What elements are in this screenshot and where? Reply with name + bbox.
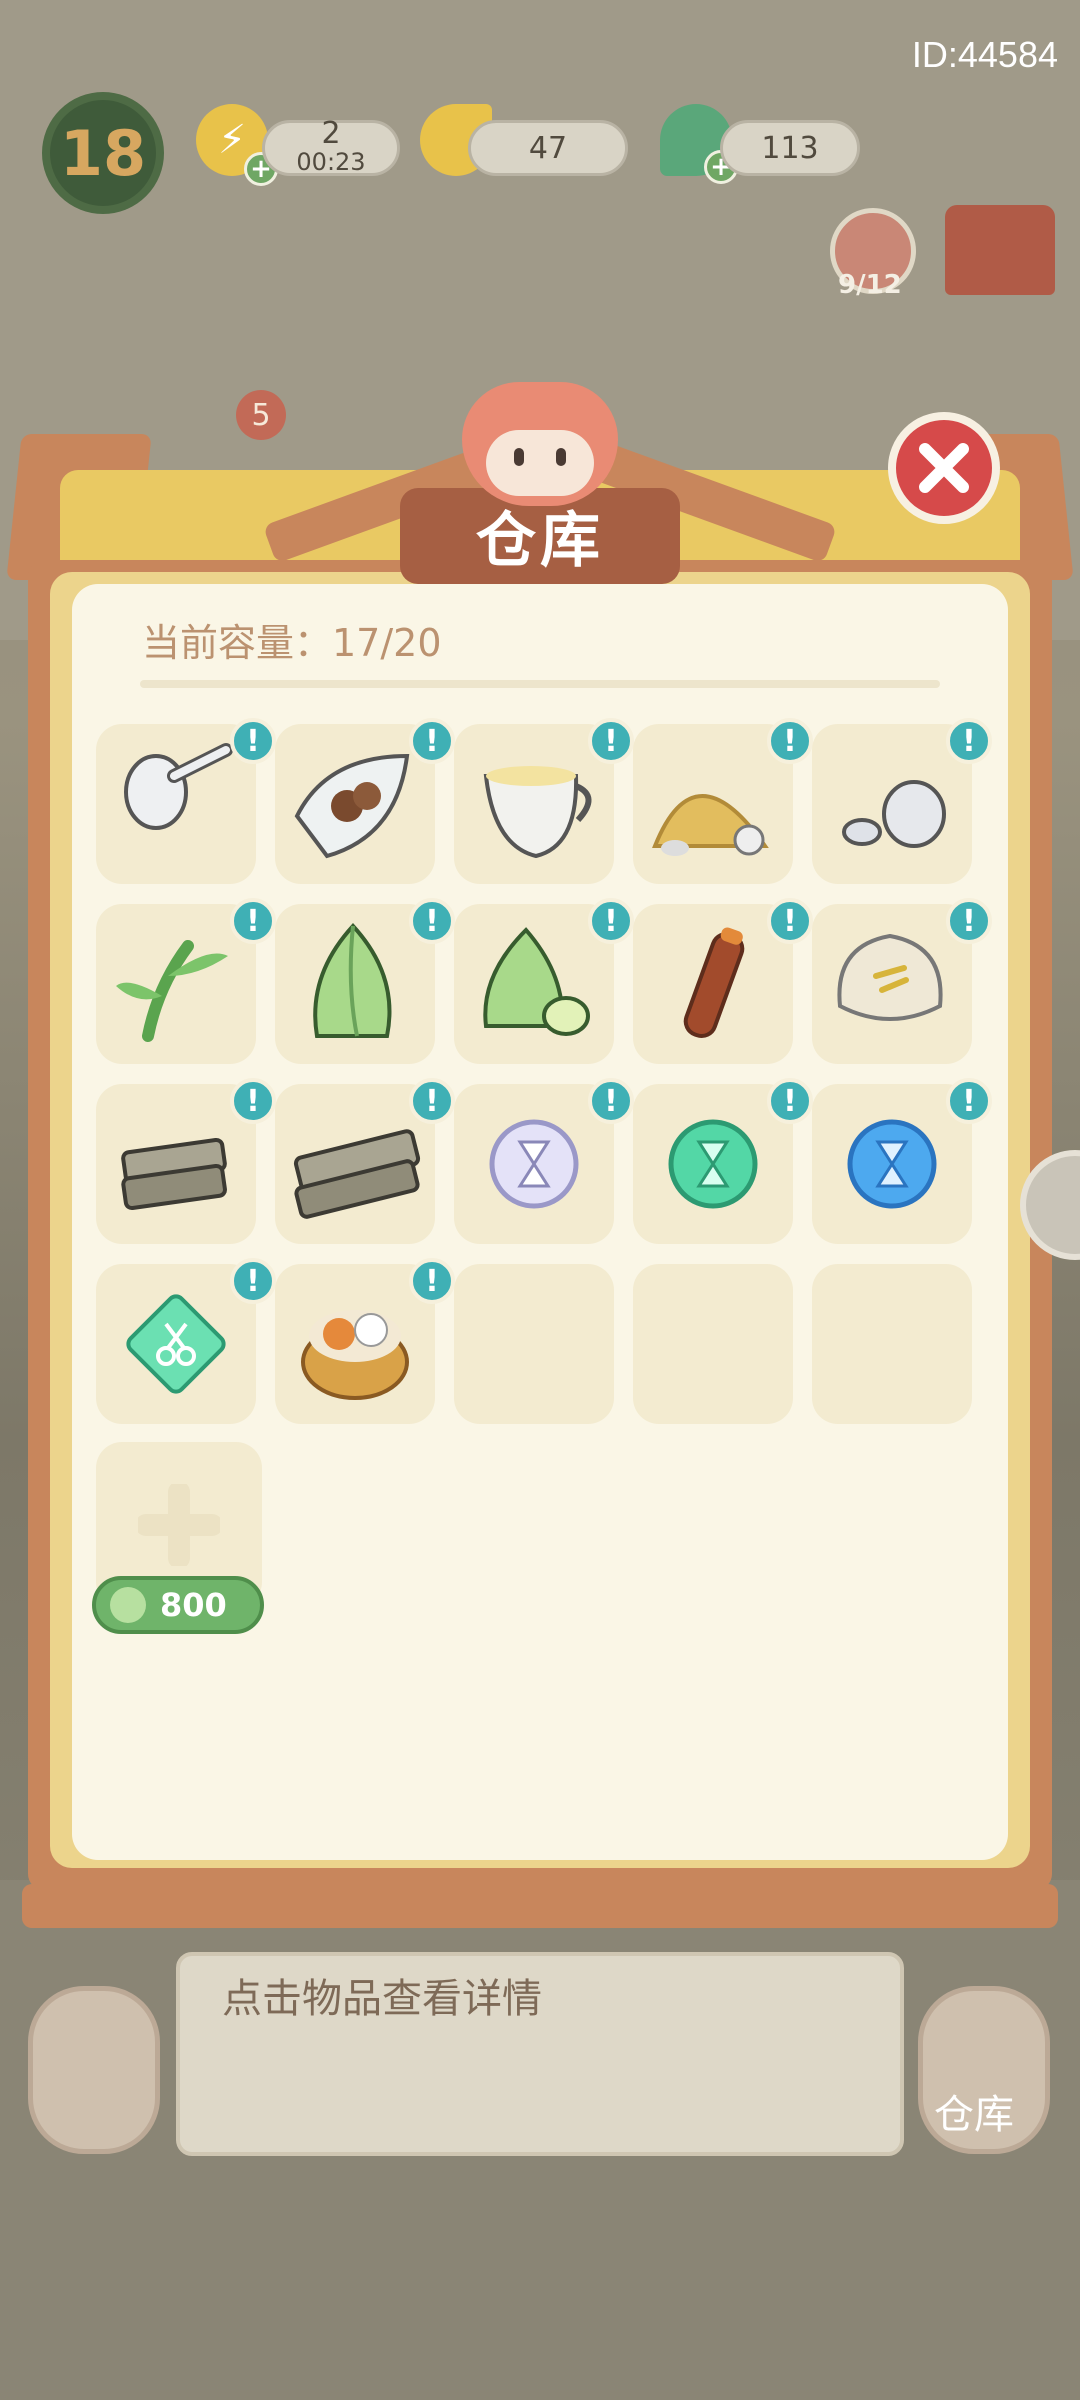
new-item-badge: !	[946, 898, 992, 944]
close-button[interactable]	[888, 412, 1000, 524]
item-slot-hourglass-white[interactable]: !	[454, 1078, 634, 1244]
new-item-badge: !	[767, 1078, 813, 1124]
warehouse-button-label: 仓库	[934, 2092, 1014, 2138]
bamboo-branch-icon	[116, 940, 228, 1042]
item-slot-spoon[interactable]: !	[96, 718, 276, 884]
sand-pile-icon	[652, 794, 769, 856]
expand-price-button[interactable]: 800	[92, 1576, 264, 1634]
porcelain-spoon-icon	[124, 743, 233, 830]
bamboo-shoot-icon	[313, 923, 392, 1038]
item-slot-bamboo-shoots-sliced[interactable]: !	[454, 898, 634, 1064]
new-item-badge: !	[230, 1258, 276, 1304]
leaf-pill: 47	[468, 120, 628, 176]
red-panda-eye-left	[514, 448, 524, 466]
white-hourglass-coin-icon	[489, 1119, 579, 1209]
new-item-badge: !	[946, 718, 992, 764]
item-slot-bamboo-tube[interactable]: !	[633, 898, 813, 1064]
left-side-button[interactable]	[28, 1986, 160, 2154]
item-slot-flour-sack[interactable]: !	[812, 898, 992, 1064]
item-slot-tea-seeds[interactable]: !	[275, 718, 455, 884]
item-slot-bamboo-shoot[interactable]: !	[275, 898, 455, 1064]
item-slot-hourglass-green[interactable]: !	[633, 1078, 813, 1244]
item-slot-wood-planks-large[interactable]: !	[275, 1078, 455, 1244]
expand-price: 800	[160, 1586, 227, 1624]
capacity-divider	[140, 680, 940, 688]
tea-seed-bag-icon	[294, 753, 410, 859]
item-description-hint: 点击物品查看详情	[222, 1976, 542, 2022]
new-item-badge: !	[409, 1078, 455, 1124]
new-item-badge: !	[409, 1258, 455, 1304]
new-item-badge: !	[588, 1078, 634, 1124]
flour-sack-icon	[837, 933, 943, 1021]
green-hourglass-coin-icon	[668, 1119, 758, 1209]
energy-value: 2	[321, 116, 341, 151]
new-item-badge: !	[409, 898, 455, 944]
capacity-label: 当前容量：17/20	[142, 621, 442, 665]
item-slot-scissors-card[interactable]: !	[96, 1258, 276, 1424]
new-item-badge: !	[588, 718, 634, 764]
scissors-card-icon	[126, 1294, 226, 1394]
new-item-badge: !	[767, 718, 813, 764]
shop-icon[interactable]	[945, 205, 1055, 295]
item-slot-hourglass-blue[interactable]: !	[812, 1078, 992, 1244]
item-slot-stones[interactable]: !	[812, 718, 992, 884]
item-slot-wood-planks-small[interactable]: !	[96, 1078, 276, 1244]
sliced-bamboo-shoot-icon	[483, 927, 590, 1036]
new-item-badge: !	[946, 1078, 992, 1124]
item-slot-hedgehog-basket[interactable]: !	[275, 1258, 455, 1424]
blue-hourglass-coin-icon	[847, 1119, 937, 1209]
item-slot-milk-jug[interactable]: !	[454, 718, 634, 884]
close-icon	[919, 443, 969, 493]
new-item-badge: !	[588, 898, 634, 944]
level-badge: 18	[42, 92, 164, 214]
green-drop-icon	[110, 1587, 146, 1623]
item-slot-bamboo-branch[interactable]: !	[96, 898, 276, 1064]
new-item-badge: !	[409, 718, 455, 764]
background-order-badge: 5	[236, 390, 286, 440]
wood-board-icon	[293, 1129, 421, 1219]
bamboo-tube-icon	[683, 927, 745, 1038]
panel-title: 仓库	[476, 505, 604, 576]
item-slot-sand-pile[interactable]: !	[633, 718, 813, 884]
plus-icon	[138, 1484, 220, 1566]
empty-slot[interactable]	[454, 1264, 614, 1424]
new-item-badge: !	[230, 898, 276, 944]
wood-planks-icon	[121, 1137, 227, 1211]
new-item-badge: !	[767, 898, 813, 944]
drop-pill: 113	[720, 120, 860, 176]
energy-pill[interactable]: 2 00:23	[262, 116, 400, 176]
energy-timer: 00:23	[296, 148, 366, 176]
new-item-badge: !	[230, 718, 276, 764]
panel-bottom-rail	[22, 1884, 1058, 1928]
empty-slot[interactable]	[812, 1264, 972, 1424]
red-panda-face	[486, 430, 594, 496]
new-item-badge: !	[230, 1078, 276, 1124]
hedgehog-basket-icon	[301, 1310, 409, 1400]
stones-icon	[842, 780, 946, 848]
player-id: ID:44584	[911, 34, 1058, 75]
milk-jug-icon	[483, 766, 592, 859]
empty-slot[interactable]	[633, 1264, 793, 1424]
red-panda-eye-right	[556, 448, 566, 466]
guest-count: 9/12	[838, 270, 902, 300]
